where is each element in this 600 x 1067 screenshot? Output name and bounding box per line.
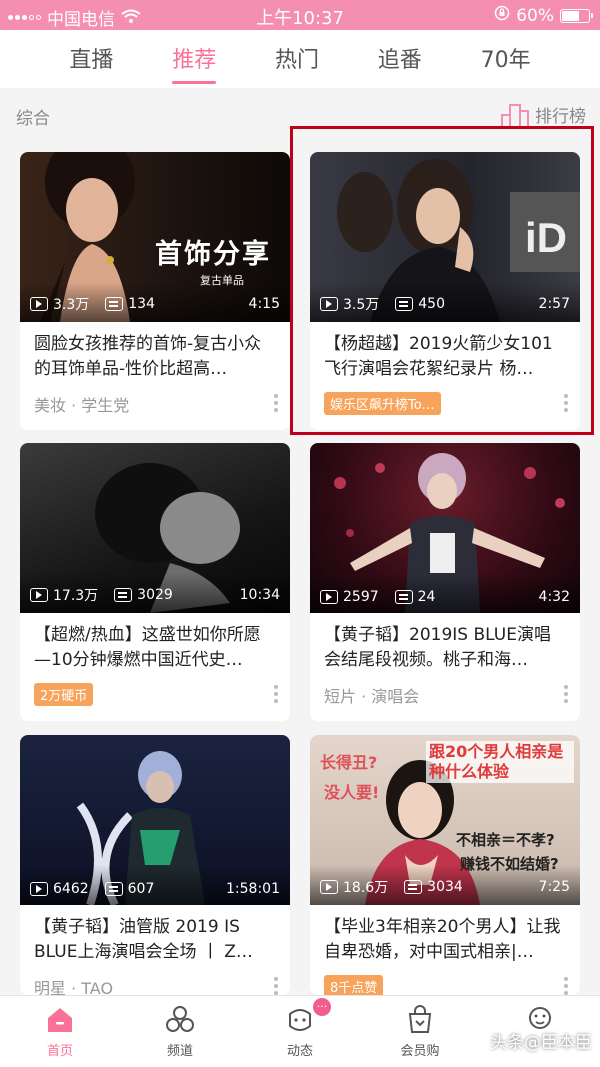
nav-home[interactable]: 首页	[15, 996, 105, 1067]
video-stats: 3.3万 134 4:15	[30, 294, 280, 314]
tab-1[interactable]: 推荐	[172, 30, 217, 88]
view-count: 6462	[53, 881, 89, 897]
nav-label: 频道	[166, 1044, 193, 1059]
video-stats: 2597 24 4:32	[320, 589, 570, 605]
more-options-icon[interactable]	[274, 685, 278, 703]
tab-4[interactable]: 70年	[481, 30, 531, 88]
thumbnail-caption-right-1: 不相亲＝不孝?	[456, 831, 555, 849]
video-duration: 10:34	[239, 587, 280, 603]
play-count-icon	[30, 882, 48, 896]
video-title: 【黄子韬】2019IS BLUE演唱会结尾段视频。桃子和海…	[324, 625, 551, 670]
top-tabs: 直播 推荐 热门 追番 70年	[0, 30, 600, 88]
video-duration: 7:25	[538, 879, 570, 895]
video-thumbnail: 首饰分享 复古单品 3.3万 134 4:15	[20, 152, 290, 322]
video-stats: 17.3万 3029 10:34	[30, 585, 280, 605]
video-card[interactable]: 跟20个男人相亲是种什么体验 长得丑? 没人要! 不相亲＝不孝? 赚钱不如结婚?…	[310, 735, 580, 995]
status-right: 60%	[494, 5, 593, 26]
ranking-label: 排行榜	[535, 107, 586, 127]
video-stats: 18.6万 3034 7:25	[320, 877, 570, 897]
battery-fill	[562, 10, 579, 21]
video-card[interactable]: 17.3万 3029 10:34 【超燃/热血】这盛世如你所愿—10分钟爆燃中国…	[20, 443, 290, 721]
video-duration: 4:15	[248, 296, 280, 312]
view-count: 3.3万	[53, 297, 90, 313]
ranking-button[interactable]: 排行榜	[501, 102, 586, 127]
dynamic-icon	[284, 1004, 316, 1036]
danmaku-icon	[114, 588, 133, 602]
video-thumbnail: 6462 607 1:58:01	[20, 735, 290, 905]
video-thumbnail: 17.3万 3029 10:34	[20, 443, 290, 613]
play-count-icon	[30, 588, 48, 602]
video-card[interactable]: 6462 607 1:58:01 【黄子韬】油管版 2019 IS BLUE上海…	[20, 735, 290, 995]
video-card[interactable]: 2597 24 4:32 【黄子韬】2019IS BLUE演唱会结尾段视频。桃子…	[310, 443, 580, 721]
danmaku-icon	[394, 590, 413, 604]
video-meta: 2万硬币	[34, 683, 260, 706]
battery-icon	[560, 8, 593, 23]
video-meta: 美妆 · 学生党	[34, 396, 130, 415]
video-thumbnail: 跟20个男人相亲是种什么体验 长得丑? 没人要! 不相亲＝不孝? 赚钱不如结婚?…	[310, 735, 580, 905]
thumbnail-caption-left-2: 没人要!	[324, 783, 380, 802]
video-duration: 1:58:01	[226, 881, 280, 897]
video-stats: 6462 607 1:58:01	[30, 881, 280, 897]
orientation-lock-icon	[494, 5, 510, 26]
tab-3[interactable]: 追番	[378, 30, 422, 88]
battery-percent: 60%	[516, 5, 554, 26]
ranking-icon	[501, 103, 529, 126]
play-count-icon	[30, 297, 48, 311]
danmaku-count: 607	[127, 881, 155, 897]
home-icon	[44, 1004, 76, 1036]
coin-tag: 2万硬币	[34, 683, 94, 706]
tab-0[interactable]: 直播	[69, 30, 113, 88]
video-title: 【超燃/热血】这盛世如你所愿—10分钟爆燃中国近代史…	[34, 625, 261, 670]
nav-label: 首页	[46, 1044, 73, 1059]
danmaku-icon	[104, 882, 123, 896]
danmaku-icon	[404, 880, 423, 894]
nav-label: 会员购	[400, 1044, 440, 1059]
danmaku-count: 24	[417, 589, 436, 605]
shopping-bag-icon	[404, 1004, 436, 1036]
more-options-icon[interactable]	[274, 977, 278, 995]
more-options-icon[interactable]	[274, 394, 278, 412]
video-duration: 4:32	[538, 589, 570, 605]
like-tag: 8千点赞	[324, 975, 384, 995]
nav-dynamic[interactable]: ··· 动态	[255, 996, 345, 1067]
danmaku-count: 3034	[427, 879, 463, 895]
video-thumbnail: 2597 24 4:32	[310, 443, 580, 613]
status-bar: 中国电信 上午10:37 60%	[0, 0, 600, 30]
channel-icon	[164, 1004, 196, 1036]
view-count: 2597	[343, 589, 379, 605]
danmaku-count: 3029	[137, 587, 173, 603]
danmaku-count: 134	[128, 296, 155, 312]
nav-label: 动态	[286, 1044, 313, 1059]
play-count-icon	[320, 880, 338, 894]
thumbnail-caption: 首饰分享	[155, 239, 271, 270]
view-count: 17.3万	[53, 588, 99, 604]
section-title: 综合	[16, 109, 50, 129]
thumbnail-caption-left-1: 长得丑?	[320, 753, 378, 772]
highlight-box	[290, 126, 594, 435]
video-card[interactable]: 首饰分享 复古单品 3.3万 134 4:15 圆脸女孩推荐的首饰-复古小众的耳…	[20, 152, 290, 430]
nav-channel[interactable]: 频道	[135, 996, 225, 1067]
tab-2[interactable]: 热门	[275, 30, 319, 88]
notification-badge: ···	[313, 998, 331, 1016]
view-count: 18.6万	[343, 880, 389, 896]
video-meta: 明星 · TAO	[34, 979, 114, 995]
play-count-icon	[320, 590, 338, 604]
video-meta: 8千点赞	[324, 975, 550, 995]
video-title: 圆脸女孩推荐的首饰-复古小众的耳饰单品-性价比超高…	[34, 334, 262, 379]
watermark: 头条@臣本臣	[490, 1033, 592, 1053]
video-title: 【毕业3年相亲20个男人】让我自卑恐婚，对中国式相亲|…	[324, 917, 561, 962]
more-options-icon[interactable]	[564, 685, 568, 703]
danmaku-icon	[105, 297, 124, 311]
thumbnail-caption: 跟20个男人相亲是种什么体验	[426, 741, 574, 783]
more-options-icon[interactable]	[564, 977, 568, 995]
video-title: 【黄子韬】油管版 2019 IS BLUE上海演唱会全场 丨 Z…	[34, 917, 253, 962]
nav-shop[interactable]: 会员购	[375, 996, 465, 1067]
video-meta: 短片 · 演唱会	[324, 687, 420, 706]
